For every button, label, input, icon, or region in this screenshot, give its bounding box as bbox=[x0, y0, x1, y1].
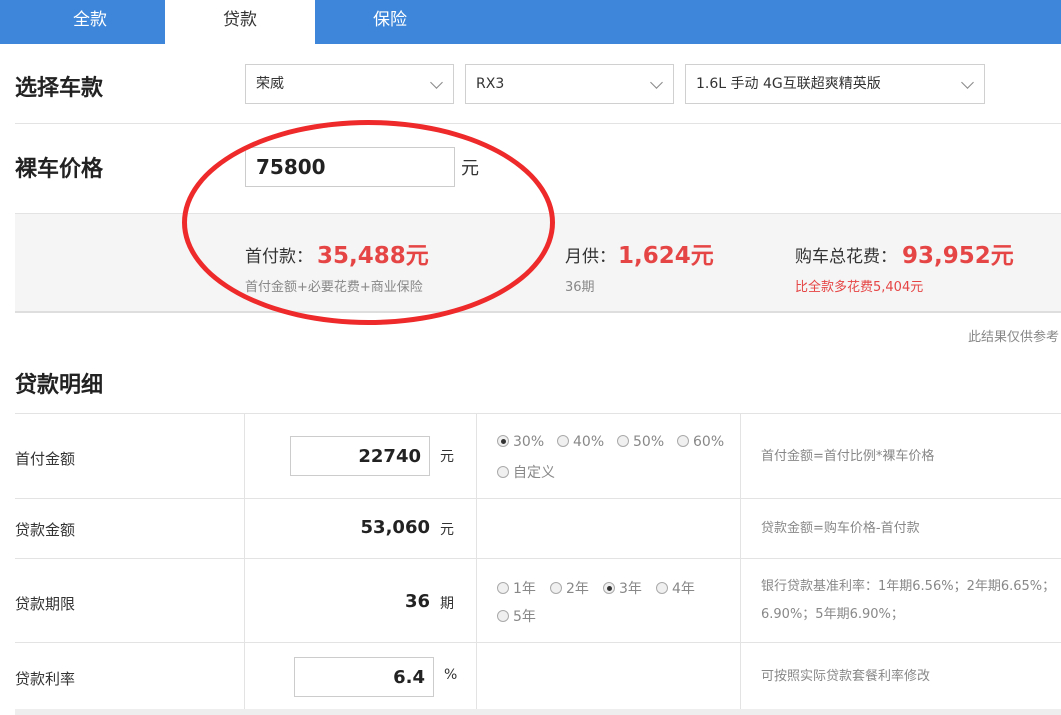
loan-amount-value: 53,060 bbox=[360, 517, 430, 538]
radio-label: 3年 bbox=[619, 581, 642, 597]
chevron-down-icon bbox=[430, 76, 443, 89]
down-ratio-60-radio[interactable]: 60% bbox=[677, 434, 724, 450]
radio-icon bbox=[677, 435, 689, 447]
total-cost-value: 93,952元 bbox=[902, 243, 1014, 269]
chevron-down-icon bbox=[961, 76, 974, 89]
brand-select[interactable]: 荣威 bbox=[245, 64, 454, 104]
radio-label: 30% bbox=[513, 434, 545, 450]
select-model-title: 选择车款 bbox=[15, 76, 104, 101]
loan-term-label: 贷款期限 bbox=[15, 595, 76, 613]
term-4y-radio[interactable]: 4年 bbox=[656, 578, 695, 598]
loan-details-title: 贷款明细 bbox=[15, 373, 104, 398]
radio-label: 60% bbox=[693, 434, 725, 450]
radio-label: 40% bbox=[573, 434, 605, 450]
brand-select-value: 荣威 bbox=[256, 76, 284, 92]
radio-label: 1年 bbox=[513, 581, 536, 597]
radio-icon bbox=[656, 582, 668, 594]
radio-icon bbox=[497, 582, 509, 594]
table-row: 贷款金额 53,060 元 贷款金额=购车价格-首付款 bbox=[15, 499, 1061, 559]
monthly-label: 月供： bbox=[565, 247, 616, 267]
radio-label: 自定义 bbox=[513, 465, 555, 481]
price-input[interactable] bbox=[245, 147, 455, 187]
radio-label: 4年 bbox=[672, 581, 695, 597]
radio-label: 2年 bbox=[566, 581, 589, 597]
radio-icon bbox=[617, 435, 629, 447]
tab-loan[interactable]: 贷款 bbox=[165, 0, 315, 44]
table-row: 贷款利率 % 可按照实际贷款套餐利率修改 bbox=[15, 643, 1061, 710]
radio-label: 5年 bbox=[513, 609, 536, 625]
rate-input[interactable] bbox=[294, 657, 434, 697]
chevron-down-icon bbox=[650, 76, 663, 89]
table-row: 首付金额 元 30% 40% 50% 60% 自定义 首付金额=首付比例*裸车价… bbox=[15, 414, 1061, 499]
price-unit: 元 bbox=[461, 158, 479, 179]
down-amount-desc: 首付金额=首付比例*裸车价格 bbox=[761, 449, 935, 464]
radio-icon bbox=[497, 610, 509, 622]
down-amount-unit: 元 bbox=[440, 449, 454, 465]
down-ratio-40-radio[interactable]: 40% bbox=[557, 434, 604, 450]
term-5y-radio[interactable]: 5年 bbox=[497, 606, 536, 626]
down-payment-label: 首付款： bbox=[245, 247, 313, 267]
loan-amount-desc: 贷款金额=购车价格-首付款 bbox=[761, 521, 920, 536]
total-cost-label: 购车总花费： bbox=[795, 247, 897, 267]
loan-details-table: 首付金额 元 30% 40% 50% 60% 自定义 首付金额=首付比例*裸车价… bbox=[15, 413, 1061, 715]
monthly-value: 1,624元 bbox=[618, 243, 714, 269]
series-select[interactable]: RX3 bbox=[465, 64, 674, 104]
tab-insurance[interactable]: 保险 bbox=[315, 0, 465, 44]
term-2y-radio[interactable]: 2年 bbox=[550, 578, 589, 598]
rate-desc: 可按照实际贷款套餐利率修改 bbox=[761, 669, 931, 684]
loan-term-unit: 期 bbox=[440, 596, 454, 612]
radio-icon bbox=[497, 466, 509, 478]
rate-unit: % bbox=[444, 667, 458, 683]
loan-summary: 首付款： 35,488元 首付金额+必要花费+商业保险 月供： 1,624元 3… bbox=[15, 213, 1061, 313]
term-3y-radio[interactable]: 3年 bbox=[603, 578, 642, 598]
loan-term-desc-line2: 6.90%；5年期6.90%； bbox=[761, 607, 904, 622]
monthly-sub: 36期 bbox=[565, 280, 595, 295]
radio-label: 50% bbox=[633, 434, 665, 450]
total-cost-sub: 比全款多花费5,404元 bbox=[795, 280, 924, 295]
term-1y-radio[interactable]: 1年 bbox=[497, 578, 536, 598]
down-amount-label: 首付金额 bbox=[15, 450, 76, 468]
radio-checked-icon bbox=[497, 435, 509, 447]
radio-icon bbox=[557, 435, 569, 447]
down-ratio-custom-radio[interactable]: 自定义 bbox=[497, 462, 555, 482]
down-ratio-30-radio[interactable]: 30% bbox=[497, 434, 544, 450]
divider bbox=[15, 123, 1061, 124]
radio-checked-icon bbox=[603, 582, 615, 594]
down-ratio-50-radio[interactable]: 50% bbox=[617, 434, 664, 450]
disclaimer-note: 此结果仅供参考 bbox=[967, 330, 1059, 345]
rate-label: 贷款利率 bbox=[15, 670, 76, 688]
loan-term-value: 36 bbox=[404, 591, 430, 612]
table-row: 贷款期限 36 期 1年 2年 3年 4年 5年 银行贷款基准利率：1年期6.5… bbox=[15, 559, 1061, 643]
trim-select[interactable]: 1.6L 手动 4G互联超爽精英版 bbox=[685, 64, 985, 104]
down-payment-sub: 首付金额+必要花费+商业保险 bbox=[245, 280, 423, 295]
tab-bar: 全款 贷款 保险 bbox=[0, 0, 1061, 44]
radio-icon bbox=[550, 582, 562, 594]
bottom-band bbox=[15, 709, 1061, 715]
loan-term-desc-line1: 银行贷款基准利率：1年期6.56%；2年期6.65%； bbox=[761, 579, 1056, 594]
loan-amount-unit: 元 bbox=[440, 522, 454, 538]
tab-full-payment[interactable]: 全款 bbox=[15, 0, 165, 44]
price-title: 裸车价格 bbox=[15, 157, 104, 182]
loan-amount-label: 贷款金额 bbox=[15, 521, 76, 539]
trim-select-value: 1.6L 手动 4G互联超爽精英版 bbox=[696, 76, 881, 92]
down-amount-input[interactable] bbox=[290, 436, 430, 476]
down-payment-value: 35,488元 bbox=[317, 243, 429, 269]
series-select-value: RX3 bbox=[476, 76, 505, 92]
